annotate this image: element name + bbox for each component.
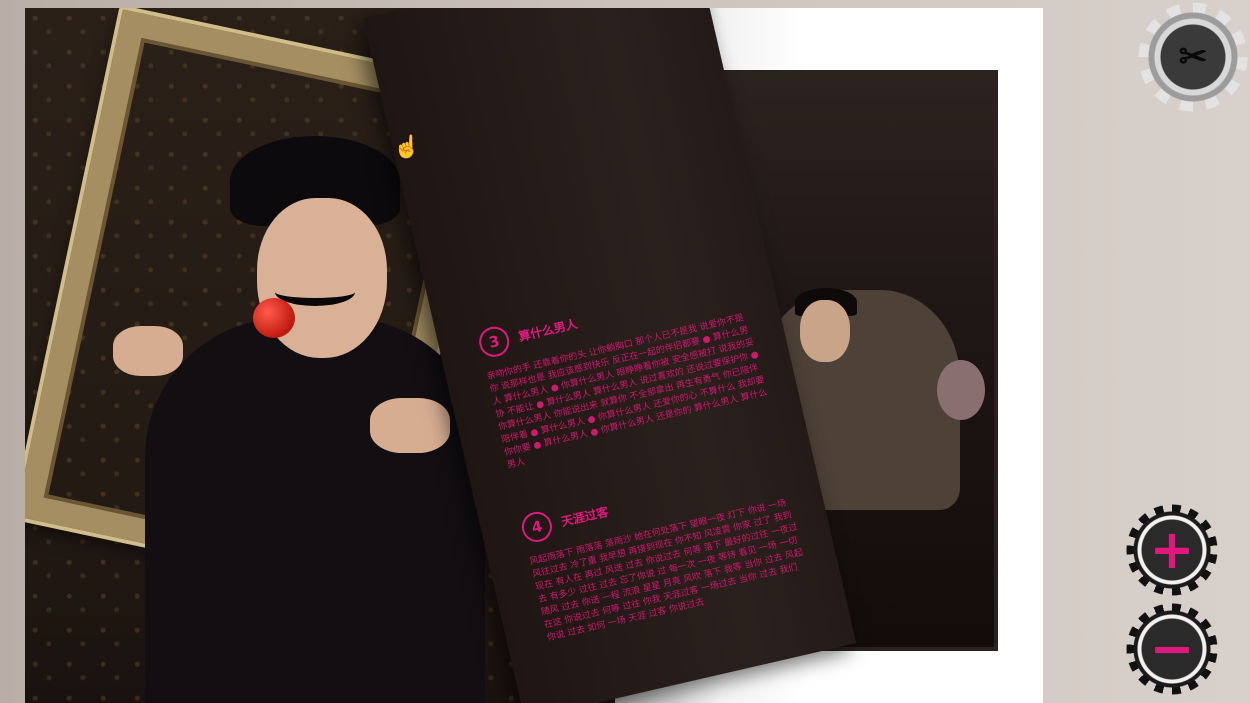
magazine-viewer: 3 算什么男人 亲吻你的手 还靠着你的头 让你躺胸口 那个人已不是我 说爱你不是… [25, 8, 1043, 703]
boxing-glove [937, 360, 985, 420]
tomato [253, 298, 295, 338]
model-body [145, 318, 485, 703]
crossed-tools-icon: ✂ [1178, 38, 1208, 76]
settings-gear-button[interactable]: ✂ [1138, 2, 1248, 112]
right-photo-model-face [800, 300, 850, 362]
hand-cursor-icon: ☝ [393, 134, 421, 159]
section-4: 4 天涯过客 风起雨落下 雨落落 落雨沙 她在何处落下 望眼一夜 灯下 你说 一… [518, 455, 812, 645]
right-hand [370, 398, 450, 453]
section-3: 3 算什么男人 亲吻你的手 还靠着你的头 让你躺胸口 那个人已不是我 说爱你不是… [476, 270, 772, 473]
section-3-number: 3 [476, 323, 513, 360]
zoom-out-button[interactable]: − [1126, 603, 1218, 695]
section-3-title: 算什么男人 [517, 316, 579, 344]
minus-icon: − [1149, 617, 1195, 680]
left-hand [113, 326, 183, 376]
zoom-in-button[interactable]: + [1126, 504, 1218, 596]
plus-icon: + [1149, 518, 1195, 581]
section-4-number: 4 [518, 508, 555, 545]
section-4-title: 天涯过客 [559, 504, 610, 529]
